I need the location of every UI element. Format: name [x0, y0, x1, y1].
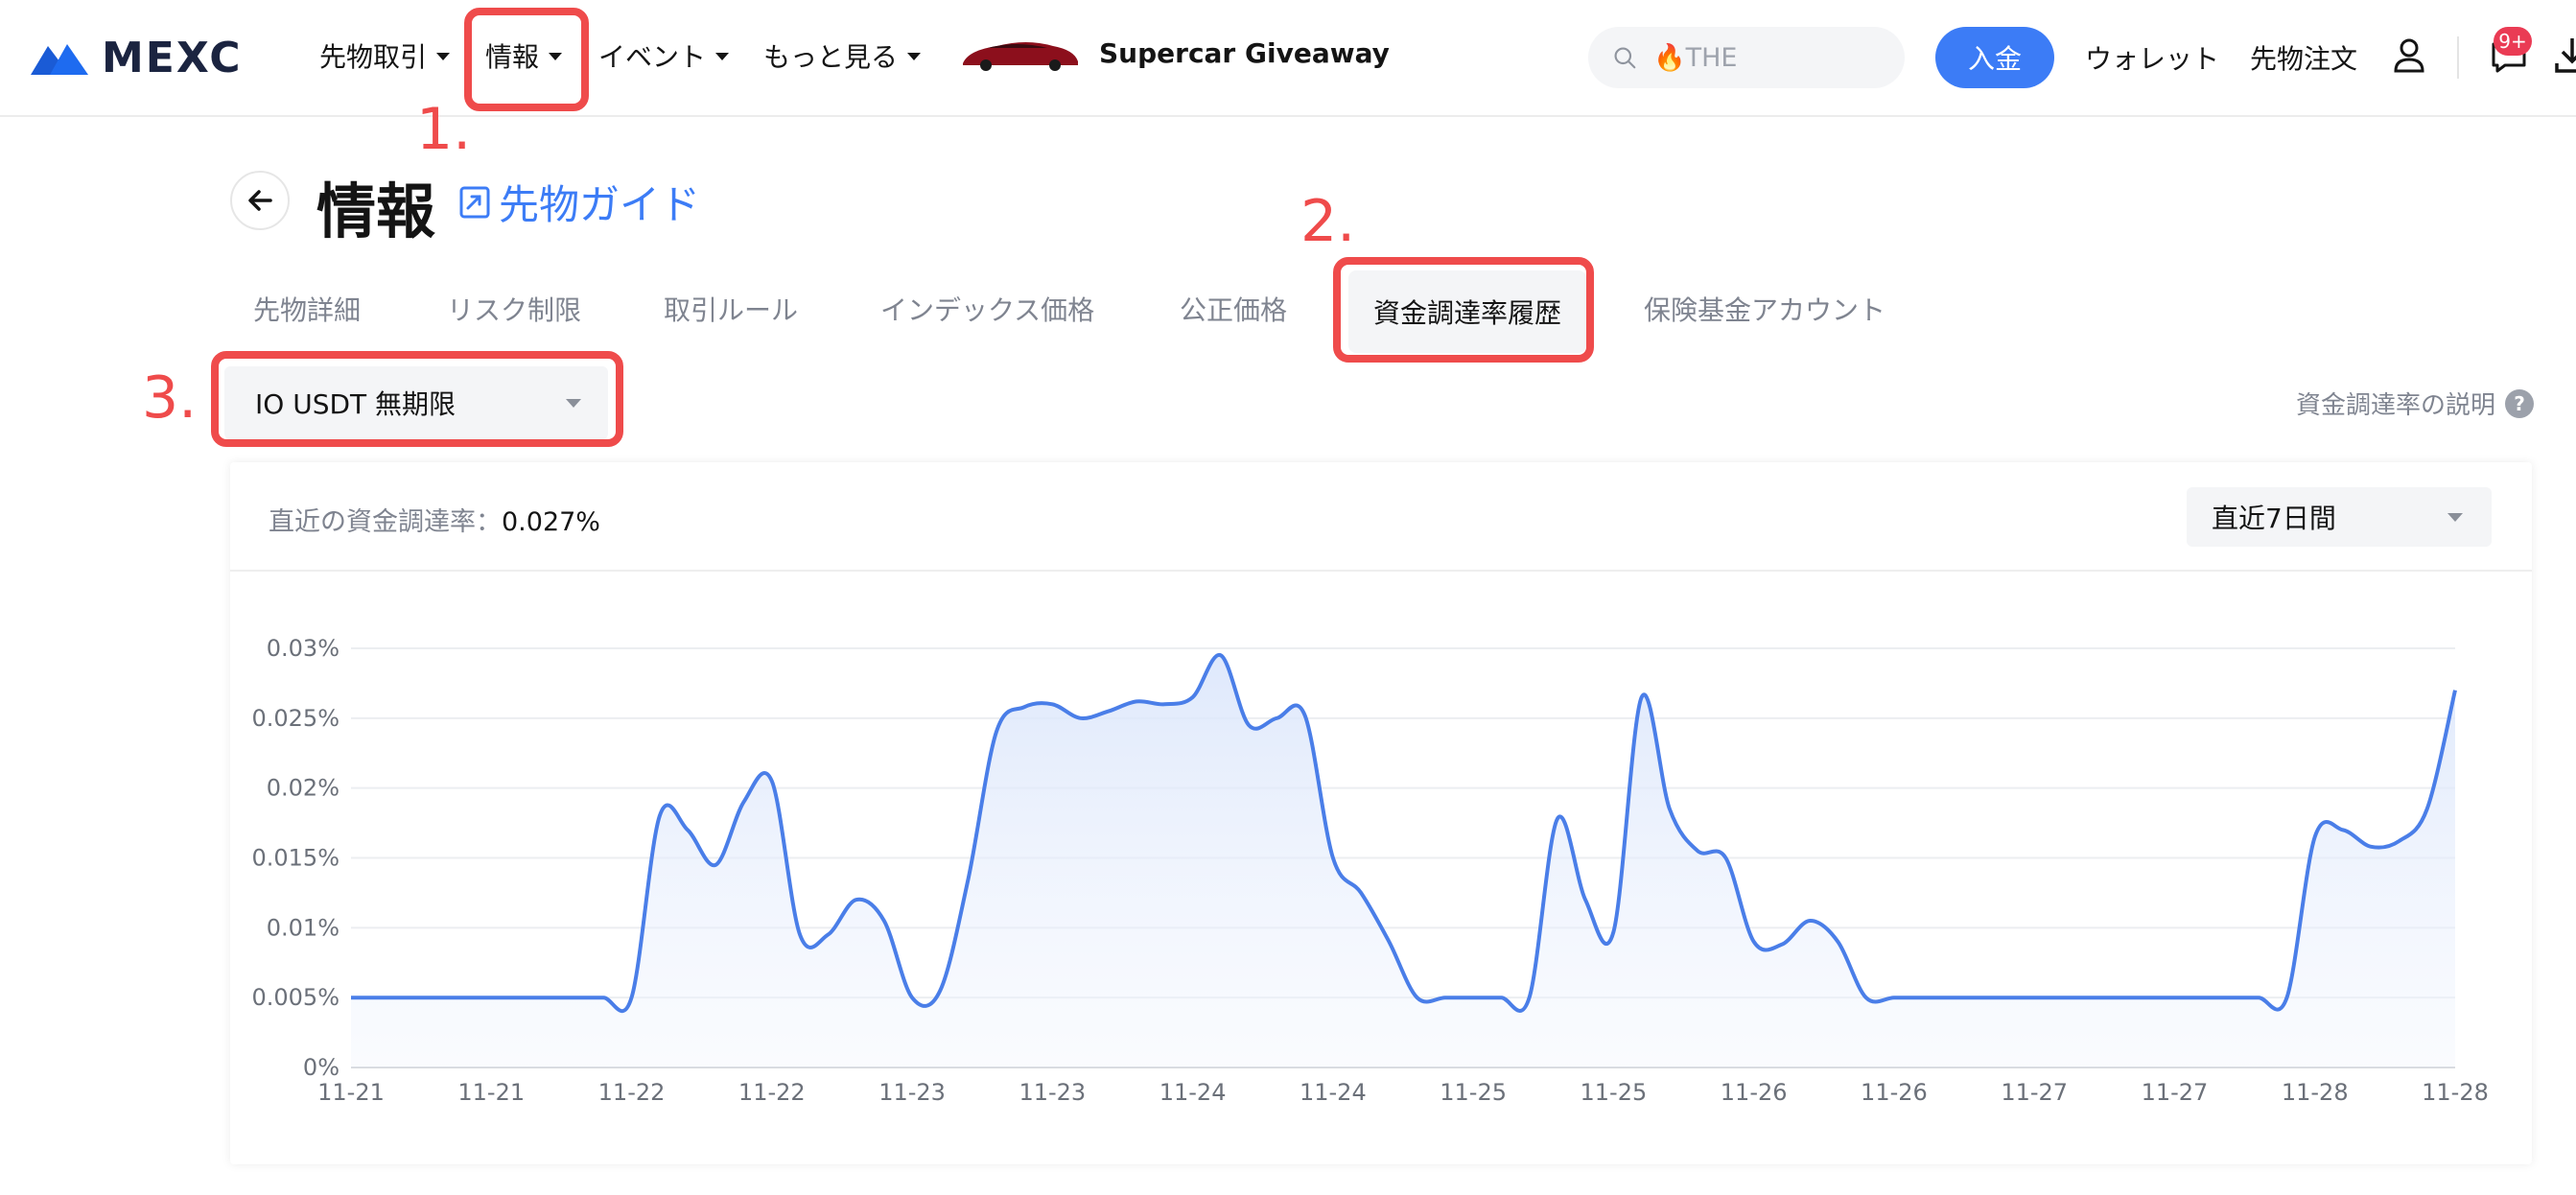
nav-events[interactable]: イベント — [598, 36, 730, 75]
chevron-down-icon — [715, 53, 730, 60]
top-nav-bar: MEXC 先物取引 情報 イベント もっと見る Supercar Giveawa… — [0, 0, 2576, 117]
x-tick-label: 11-24 — [1300, 1079, 1367, 1106]
caret-down-icon — [566, 398, 581, 408]
mexc-logo-icon — [31, 44, 88, 75]
futures-guide-label: 先物ガイド — [499, 181, 701, 228]
x-tick-label: 11-23 — [1019, 1079, 1086, 1106]
x-tick-label: 11-25 — [1440, 1079, 1507, 1106]
x-tick-label: 11-24 — [1159, 1079, 1227, 1106]
question-icon: ? — [2505, 388, 2534, 418]
user-icon[interactable] — [2388, 35, 2430, 77]
supercar-icon — [963, 42, 1078, 71]
y-tick-label: 0.03% — [267, 635, 340, 662]
tab-index-price[interactable]: インデックス価格 — [880, 290, 1094, 328]
tab-futures-details[interactable]: 先物詳細 — [253, 290, 361, 328]
nav-more[interactable]: もっと見る — [763, 36, 922, 75]
annotation-step3: 3. — [142, 364, 198, 432]
contract-select-value: IO USDT 無期限 — [255, 388, 457, 420]
divider — [2457, 36, 2459, 79]
futures-guide-link[interactable]: 先物ガイド — [458, 173, 700, 231]
funding-rate-explain-link[interactable]: 資金調達率の説明 ? — [2296, 386, 2534, 421]
notification-badge: 9+ — [2494, 27, 2532, 56]
page-title: 情報 — [316, 176, 436, 246]
futures-orders-link[interactable]: 先物注文 — [2250, 38, 2357, 77]
tab-risk-limits[interactable]: リスク制限 — [447, 290, 581, 328]
y-tick-label: 0.025% — [251, 705, 340, 732]
chevron-down-icon — [436, 53, 451, 60]
funding-rate-chart: 0% 0.005% 0.01% 0.015% 0.02% 0.025% 0.03% 11-2… — [251, 635, 2489, 1106]
x-tick-label: 11-26 — [1721, 1079, 1788, 1106]
annotation-step1: 1. — [416, 96, 472, 163]
funding-rate-card: 直近の資金調達率：0.027% 直近7日間 0% 0.005% 0.01% 0.015… — [230, 462, 2532, 1164]
y-tick-label: 0.005% — [251, 984, 340, 1011]
y-tick-label: 0.01% — [267, 914, 340, 941]
guide-book-icon — [459, 186, 490, 218]
tab-fair-price[interactable]: 公正価格 — [1180, 290, 1287, 328]
brand-name: MEXC — [102, 33, 243, 82]
arrow-left-icon — [248, 190, 272, 211]
chart-area-layer — [351, 654, 2455, 1067]
mexc-logo[interactable]: MEXC — [29, 33, 243, 82]
nav-futures-trading-label: 先物取引 — [319, 41, 428, 73]
promo-label: Supercar Giveaway — [1099, 36, 1390, 69]
x-tick-label: 11-22 — [738, 1079, 806, 1106]
y-tick-label: 0.02% — [267, 775, 340, 802]
x-tick-label: 11-26 — [1861, 1079, 1928, 1106]
funding-rate-area — [351, 654, 2455, 1067]
x-tick-label: 11-28 — [2422, 1079, 2489, 1106]
funding-rate-explain-label: 資金調達率の説明 — [2295, 391, 2495, 420]
x-tick-label: 11-27 — [2142, 1079, 2209, 1106]
chevron-down-icon — [907, 53, 922, 60]
tab-insurance-fund[interactable]: 保険基金アカウント — [1644, 290, 1885, 328]
download-icon[interactable] — [2551, 35, 2576, 77]
x-tick-label: 11-27 — [2001, 1079, 2068, 1106]
back-button[interactable] — [230, 171, 290, 230]
x-tick-label: 11-21 — [457, 1079, 525, 1106]
search-icon — [1614, 47, 1636, 69]
chart-y-axis: 0% 0.005% 0.01% 0.015% 0.02% 0.025% 0.03% — [251, 635, 340, 1081]
annotation-box-step1 — [464, 8, 589, 111]
wallet-link[interactable]: ウォレット — [2085, 38, 2219, 77]
x-tick-label: 11-21 — [317, 1079, 385, 1106]
nav-more-label: もっと見る — [763, 41, 899, 73]
x-tick-label: 11-28 — [2282, 1079, 2349, 1106]
search-input[interactable] — [1651, 41, 1905, 74]
x-tick-label: 11-23 — [878, 1079, 946, 1106]
tab-funding-rate-history[interactable]: 資金調達率履歴 — [1348, 270, 1587, 353]
contract-select[interactable]: IO USDT 無期限 — [224, 366, 608, 439]
x-tick-label: 11-22 — [598, 1079, 666, 1106]
nav-events-label: イベント — [598, 41, 707, 73]
supercar-promo[interactable]: Supercar Giveaway — [959, 35, 1390, 71]
deposit-button[interactable]: 入金 — [1935, 27, 2054, 88]
y-tick-label: 0.015% — [251, 845, 340, 872]
nav-futures-trading[interactable]: 先物取引 — [319, 36, 451, 75]
annotation-step2: 2. — [1300, 188, 1356, 255]
chart-x-axis: 11-21 11-21 11-22 11-22 11-23 11-23 11-24 11-24… — [317, 1079, 2489, 1106]
x-tick-label: 11-25 — [1581, 1079, 1648, 1106]
search-box[interactable] — [1588, 27, 1905, 88]
y-tick-label: 0% — [303, 1054, 340, 1081]
tab-trading-rules[interactable]: 取引ルール — [664, 290, 798, 328]
